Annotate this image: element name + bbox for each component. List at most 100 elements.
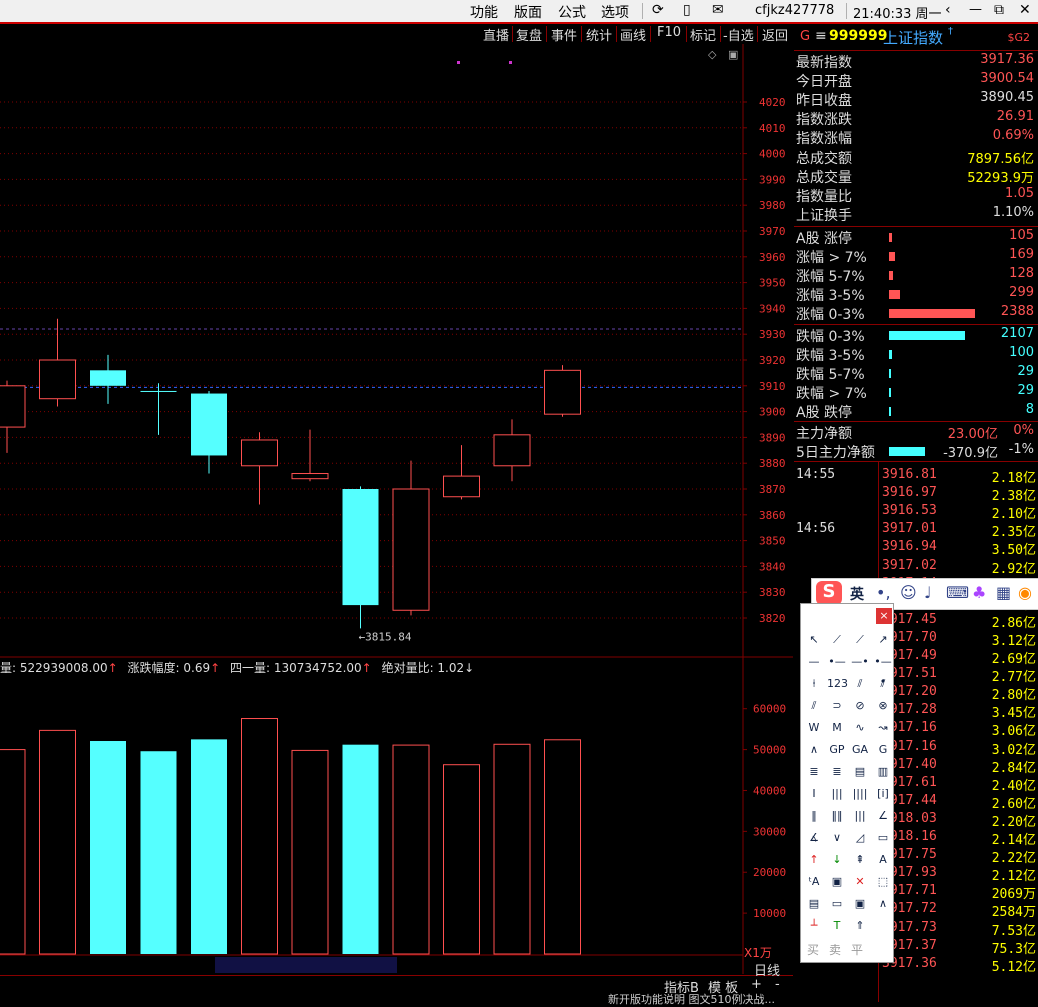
tool-numbering-icon[interactable]: 123 bbox=[827, 674, 848, 694]
tool-time-lines-icon[interactable]: ||| bbox=[827, 784, 847, 804]
sell-button[interactable]: 卖 bbox=[829, 941, 841, 958]
mail-icon[interactable]: ✉ bbox=[712, 2, 724, 18]
tool-h-segment-icon[interactable]: •—• bbox=[873, 652, 893, 688]
tool-snapshot-icon[interactable]: ▣ bbox=[850, 894, 870, 914]
tab-f10[interactable]: F10 bbox=[657, 25, 681, 40]
phone-icon[interactable]: ▯ bbox=[683, 2, 691, 18]
flat-button[interactable]: 平 bbox=[851, 941, 863, 958]
kline-chart[interactable]: 4020 4010 4000 3990 3980 3970 3960 3950 3940 3930… bbox=[0, 44, 793, 974]
menu-layout[interactable]: 版面 bbox=[514, 2, 542, 22]
tool-peak-icon[interactable]: ∧ bbox=[873, 894, 893, 914]
tool-top-icon[interactable]: T bbox=[827, 916, 847, 936]
emoji-icon[interactable]: ☺ bbox=[900, 583, 917, 602]
tool-gann-angle-icon[interactable]: GA bbox=[850, 740, 870, 760]
tool-segment-icon[interactable]: — bbox=[804, 652, 824, 672]
tool-line-icon[interactable]: ⟋ bbox=[827, 630, 847, 650]
tool-lock-icon[interactable]: ⬚ bbox=[873, 872, 893, 892]
price-tick-label: 3820 bbox=[759, 612, 786, 625]
tab-return[interactable]: 返回 bbox=[762, 25, 788, 44]
tool-period-lines-icon[interactable]: ▤ bbox=[850, 762, 870, 782]
tool-angle-icon[interactable]: ∠ bbox=[873, 806, 893, 826]
tab-stats[interactable]: 统计 bbox=[586, 25, 612, 44]
tool-wave-icon[interactable]: W bbox=[804, 718, 824, 738]
volume-bar bbox=[342, 744, 379, 954]
tool-gann-fan-icon[interactable]: G bbox=[873, 740, 893, 760]
back-icon[interactable]: ‹ bbox=[945, 2, 951, 18]
toolbox-close-button[interactable]: × bbox=[876, 608, 892, 624]
tool-bracket-icon[interactable]: Ⅰ bbox=[804, 784, 824, 804]
tool-wedge-icon[interactable]: ◿ bbox=[850, 828, 870, 848]
apps-icon[interactable]: ▦ bbox=[996, 583, 1011, 602]
tool-vertical-line-icon[interactable]: ⍿ bbox=[804, 674, 824, 694]
tool-delete-icon[interactable]: ✕ bbox=[850, 872, 870, 892]
quote-row-value: 1.05 bbox=[1005, 185, 1034, 201]
microphone-icon[interactable]: ♩ bbox=[924, 583, 932, 602]
menu-formula[interactable]: 公式 bbox=[558, 2, 586, 22]
zoom-out-button[interactable]: - bbox=[775, 977, 780, 992]
close-icon[interactable]: ✕ bbox=[1019, 2, 1031, 18]
tab-events[interactable]: 事件 bbox=[551, 25, 577, 44]
buy-button[interactable]: 买 bbox=[807, 941, 819, 958]
tool-fib-time-icon[interactable]: |||| bbox=[850, 784, 870, 804]
dropdown-icon[interactable]: † bbox=[948, 26, 953, 37]
tool-zigzag-icon[interactable]: M bbox=[827, 718, 847, 738]
punctuation-icon[interactable]: •, bbox=[876, 583, 891, 602]
tool-down-arrow-green-icon[interactable]: ↓ bbox=[827, 850, 847, 870]
ime-language[interactable]: 英 bbox=[850, 584, 864, 604]
keyboard-icon[interactable]: ⌨ bbox=[946, 583, 969, 602]
zoom-in-button[interactable]: + bbox=[751, 977, 762, 992]
tab-mark[interactable]: 标记 bbox=[690, 25, 716, 44]
tool-parallel-icon[interactable]: ⫽ bbox=[850, 674, 870, 694]
tool-ruler-icon[interactable]: ▭ bbox=[827, 894, 847, 914]
menu-options[interactable]: 选项 bbox=[601, 2, 629, 22]
tool-text-icon[interactable]: A bbox=[873, 850, 893, 870]
tool-info-icon[interactable]: [i] bbox=[873, 784, 893, 804]
tool-bottom-icon[interactable]: ┴ bbox=[804, 916, 824, 936]
tool-circle-icon[interactable]: ⊘ bbox=[850, 696, 870, 716]
minimize-icon[interactable]: — bbox=[969, 2, 982, 17]
tool-gann-price-icon[interactable]: GP bbox=[827, 740, 847, 760]
tool-h-ray-right-icon[interactable]: —• bbox=[850, 652, 870, 672]
tool-split-3-icon[interactable]: ||| bbox=[850, 806, 870, 826]
tool-split-2-icon[interactable]: ‖‖ bbox=[827, 806, 847, 826]
tool-up-arrow-red-icon[interactable]: ↑ bbox=[804, 850, 824, 870]
menu-function[interactable]: 功能 bbox=[470, 2, 498, 22]
tool-rise-icon[interactable]: ⇑ bbox=[850, 916, 870, 936]
tool-blank-icon[interactable] bbox=[873, 916, 893, 936]
stock-name[interactable]: 上证指数 bbox=[883, 27, 943, 48]
tool-fib-ext-icon[interactable]: ≣ bbox=[827, 762, 847, 782]
tool-fill-icon[interactable]: ▣ bbox=[827, 872, 847, 892]
tool-parallel-2-icon[interactable]: ⫽ bbox=[873, 674, 893, 694]
tool-pointer-icon[interactable]: ↖ bbox=[804, 630, 824, 650]
tool-fib-levels-icon[interactable]: ≣ bbox=[804, 762, 824, 782]
tool-notes-icon[interactable]: ▤ bbox=[804, 894, 824, 914]
tool-down-arrow-icon[interactable]: ∨ bbox=[827, 828, 847, 848]
tool-triangle-icon[interactable]: ∧ bbox=[804, 740, 824, 760]
tool-ray-icon[interactable]: ⟋ bbox=[850, 630, 870, 650]
mascot-icon[interactable]: ◉ bbox=[1018, 583, 1032, 602]
tool-fan-icon[interactable]: ∡ bbox=[804, 828, 824, 848]
tab-watchlist[interactable]: -自选 bbox=[723, 25, 754, 44]
tool-h-ray-icon[interactable]: •— bbox=[827, 652, 847, 672]
tool-fire-icon[interactable]: ⇞ bbox=[850, 850, 870, 870]
restore-icon[interactable]: ⧉ bbox=[994, 2, 1004, 18]
tool-text-2-icon[interactable]: ᵗA bbox=[804, 872, 824, 892]
tool-spline-icon[interactable]: ↝ bbox=[873, 718, 893, 738]
tool-arrow-line-icon[interactable]: ↗ bbox=[873, 630, 893, 650]
skin-icon[interactable]: ♣ bbox=[972, 583, 986, 602]
tick-amount: 2584万 bbox=[991, 905, 1036, 921]
tool-channel-icon[interactable]: ⫽ bbox=[804, 696, 824, 716]
tool-arc-icon[interactable]: ⊃ bbox=[827, 696, 847, 716]
tool-ellipse-icon[interactable]: ⊗ bbox=[873, 696, 893, 716]
menu-icon[interactable]: ≡ bbox=[815, 28, 827, 44]
tool-rectangle-icon[interactable]: ▭ bbox=[873, 828, 893, 848]
tool-split-icon[interactable]: ‖ bbox=[804, 806, 824, 826]
refresh-icon[interactable]: ⟳ bbox=[652, 2, 664, 18]
tab-live[interactable]: 直播 bbox=[483, 25, 509, 44]
period-label[interactable]: 日线 bbox=[754, 960, 780, 979]
indicator-line: 量: 522939008.00↑ 涨跌幅度: 0.69↑ 四一量: 130734… bbox=[0, 661, 475, 675]
tab-review[interactable]: 复盘 bbox=[516, 25, 542, 44]
tab-drawline[interactable]: 画线 bbox=[620, 25, 646, 44]
tool-curve-icon[interactable]: ∿ bbox=[850, 718, 870, 738]
tool-period-lines-2-icon[interactable]: ▥ bbox=[873, 762, 893, 782]
